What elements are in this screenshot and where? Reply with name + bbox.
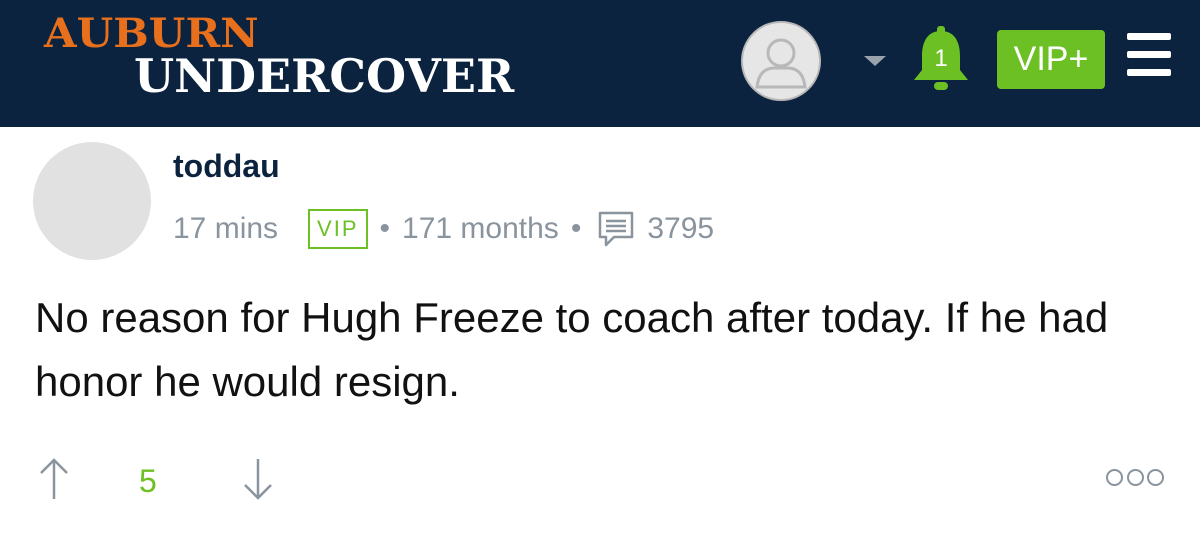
- notifications-button[interactable]: 1: [910, 26, 972, 92]
- menu-icon[interactable]: [1127, 33, 1171, 77]
- meta-separator: •: [379, 212, 391, 245]
- notification-count: 1: [934, 45, 948, 72]
- site-logo[interactable]: AUBURN UNDERCOVER: [44, 14, 515, 103]
- user-avatar-icon: [755, 38, 807, 89]
- logo-line-undercover: UNDERCOVER: [134, 49, 515, 103]
- site-header: AUBURN UNDERCOVER 1 VIP+: [0, 0, 1200, 127]
- meta-separator: •: [570, 212, 582, 245]
- post-count: 3795: [647, 212, 715, 245]
- post-username[interactable]: toddau: [173, 148, 280, 185]
- membership-duration: 171 months: [402, 212, 559, 245]
- post-time: 17 mins: [173, 212, 279, 245]
- upvote-button[interactable]: [37, 457, 71, 501]
- post-body: No reason for Hugh Freeze to coach after…: [35, 294, 1109, 405]
- chevron-down-icon[interactable]: [864, 56, 886, 66]
- downvote-button[interactable]: [241, 457, 275, 501]
- post-author-avatar[interactable]: [33, 142, 151, 260]
- vip-badge: VIP: [308, 209, 368, 249]
- vip-plus-button[interactable]: VIP+: [997, 30, 1105, 89]
- post-meta: 17 mins VIP • 171 months • 3795: [173, 208, 714, 250]
- more-options-icon[interactable]: [1106, 466, 1164, 488]
- vote-score: 5: [139, 463, 157, 499]
- user-avatar-button[interactable]: [741, 21, 821, 101]
- logo-line-auburn: AUBURN: [44, 10, 259, 57]
- comment-icon: [597, 210, 635, 248]
- arrow-down-icon: [244, 459, 272, 500]
- arrow-up-icon: [40, 458, 68, 499]
